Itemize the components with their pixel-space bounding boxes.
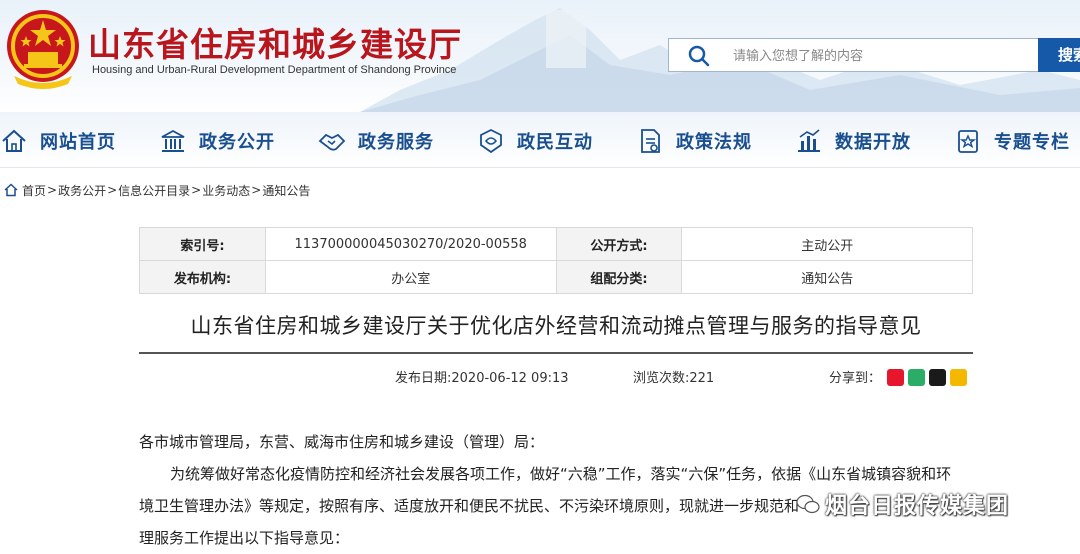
breadcrumb-separator: > [107,183,118,197]
chart-icon [798,129,820,152]
nav-item-label: 政务服务 [358,132,434,153]
search-button[interactable]: 搜索 [1038,38,1080,72]
handshake-icon [318,133,346,151]
search-box [668,38,1038,72]
disclosure-value: 主动公开 [681,227,973,261]
article-paragraph: 为统筹做好常态化疫情防控和经济社会发展各项工作，做好“六稳”工作，落实“六保”任… [170,465,952,483]
article-paragraph: 理服务工作提出以下指导意见： [139,529,350,547]
breadcrumb-gov-affairs[interactable]: 政务公开 [58,182,106,199]
wechat-share-icon[interactable] [908,369,925,386]
breadcrumb-home[interactable]: 首页 [22,182,46,199]
index-label: 索引号: [139,227,266,261]
nav-item-label: 网站首页 [40,132,116,153]
article-paragraph: 各市城市管理局，东营、威海市住房和城乡建设（管理）局： [139,433,545,451]
watermark-text: 烟台日报传媒集团 [825,494,1010,519]
disclosure-label: 公开方式: [555,227,683,261]
category-label: 组配分类: [555,260,683,294]
national-emblem-icon [7,10,79,89]
search-input[interactable] [733,46,1023,66]
table-row: 发布机构: 办公室 组配分类: 通知公告 [139,260,973,294]
building-icon [161,129,185,152]
share-label: 分享到： [829,371,882,386]
site-title: 山东省住房和城乡建设厅 [88,25,462,64]
breadcrumb-notices[interactable]: 通知公告 [262,182,310,199]
nav-item-label: 政策法规 [676,132,752,153]
nav-item-label: 政民互动 [517,132,593,153]
site-subtitle: Housing and Urban-Rural Development Depa… [92,64,457,76]
qq-share-icon[interactable] [929,369,946,386]
table-row: 索引号: 11370000004503027​0/2020-00558 公开方式… [139,227,973,261]
breadcrumb-business-news[interactable]: 业务动态 [202,182,250,199]
nav-item-interaction[interactable]: 政民互动 [477,126,593,156]
document-meta-table: 索引号: 11370000004503027​0/2020-00558 公开方式… [139,227,973,294]
breadcrumb-separator: > [191,183,202,197]
breadcrumb: 首页 > 政务公开 > 信息公开目录 > 业务动态 > 通知公告 [4,180,310,200]
wechat-icon [796,494,820,514]
document-icon [641,129,660,153]
issuer-label: 发布机构: [139,260,266,294]
article-title: 山东省住房和城乡建设厅关于优化店外经营和流动摊点管理与服务的指导意见 [139,306,973,354]
nav-item-topics[interactable]: 专题专栏 [954,126,1070,156]
nav-item-label: 政务公开 [199,132,275,153]
nav-item-label: 数据开放 [835,132,911,153]
search-icon [688,45,710,67]
interaction-icon [480,128,502,154]
watermark: 烟台日报传媒集团 [795,488,1009,520]
issuer-value: 办公室 [264,260,557,294]
nav-item-gov-service[interactable]: 政务服务 [318,126,434,156]
index-value: 11370000004503027​0/2020-00558 [264,227,557,261]
share-icons [887,369,967,386]
nav-item-open-data[interactable]: 数据开放 [795,126,911,156]
breadcrumb-separator: > [47,183,58,197]
publish-date: 发布日期:2020-06-12 09:13 [395,371,569,386]
topic-icon [958,130,978,153]
site-header: 山东省住房和城乡建设厅 Housing and Urban-Rural Deve… [0,0,1080,112]
nav-item-home[interactable]: 网站首页 [0,126,116,156]
qzone-share-icon[interactable] [950,369,967,386]
nav-item-policy[interactable]: 政策法规 [636,126,752,156]
nav-item-label: 专题专栏 [994,132,1070,153]
view-count: 浏览次数:221 [633,371,715,386]
home-icon [4,183,18,197]
nav-item-gov-affairs[interactable]: 政务公开 [159,126,275,156]
main-nav: 网站首页 政务公开 政务服务 政民互动 政策法规 数据开放 专题专栏 [0,112,1080,168]
category-value: 通知公告 [681,260,973,294]
breadcrumb-info-catalog[interactable]: 信息公开目录 [118,182,190,199]
home-icon [2,129,26,152]
weibo-share-icon[interactable] [887,369,904,386]
breadcrumb-separator: > [251,183,262,197]
